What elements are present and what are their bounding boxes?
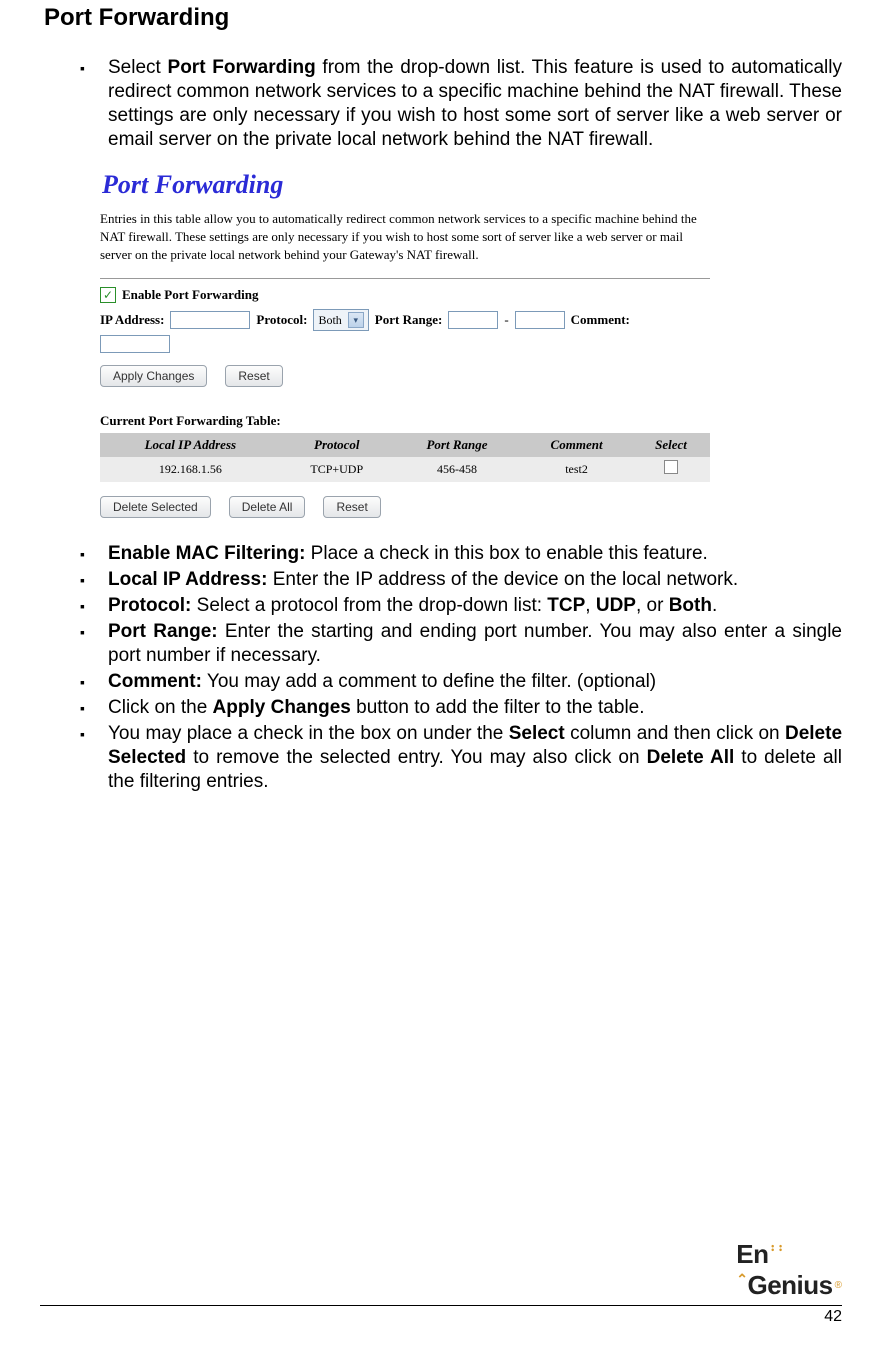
col-ip: Local IP Address [101,434,281,457]
table-title: Current Port Forwarding Table: [100,413,710,429]
ss-description: Entries in this table allow you to autom… [100,210,710,265]
cell-comment: test2 [521,457,633,482]
comment-input[interactable] [100,335,170,353]
col-protocol: Protocol [280,434,393,457]
li-t1: Click on the [108,697,213,718]
delete-all-button[interactable]: Delete All [229,496,306,518]
li-t2: column and then click on [565,723,785,744]
cell-select [632,457,709,482]
comment-label: Comment: [571,312,630,328]
li-bold: Protocol: [108,595,191,616]
list-item: Port Range: Enter the starting and endin… [80,620,842,668]
li-t2: button to add the filter to the table. [351,697,645,718]
intro-prefix: Select [108,57,168,78]
reset-button[interactable]: Reset [225,365,282,387]
col-comment: Comment [521,434,633,457]
enable-row: ✓ Enable Port Forwarding [100,287,710,303]
list-item: Protocol: Select a protocol from the dro… [80,594,842,618]
form-row-2 [100,335,710,353]
li-bold: Apply Changes [213,697,351,718]
brand-logo: En᛬᛬⌃Genius ® [40,1239,842,1305]
port-sep: - [504,312,508,328]
protocol-value: Both [318,313,341,328]
li-text: Place a check in this box to enable this… [305,543,707,564]
list-item: Click on the Apply Changes button to add… [80,696,842,720]
li-select: Select [509,723,565,744]
cell-range: 456-458 [393,457,520,482]
li-udp: UDP [596,595,636,616]
li-both: Both [669,595,712,616]
intro-bold: Port Forwarding [168,57,316,78]
ss-title: Port Forwarding [102,170,710,200]
enable-checkbox[interactable]: ✓ [100,287,116,303]
col-select: Select [632,434,709,457]
ip-input[interactable] [170,311,250,329]
li-da: Delete All [647,747,735,768]
protocol-label: Protocol: [256,312,307,328]
intro-list: Select Port Forwarding from the drop-dow… [40,56,842,152]
reset-button-2[interactable]: Reset [323,496,380,518]
registered-icon: ® [835,1280,842,1291]
apply-changes-button[interactable]: Apply Changes [100,365,207,387]
enable-label: Enable Port Forwarding [122,287,259,303]
li-dot: . [712,595,717,616]
row-checkbox[interactable] [664,460,678,474]
definition-list: Enable MAC Filtering: Place a check in t… [40,542,842,793]
li-text: You may add a comment to define the filt… [202,671,656,692]
list-item: You may place a check in the box on unde… [80,722,842,794]
list-item: Comment: You may add a comment to define… [80,670,842,694]
button-row-2: Delete Selected Delete All Reset [100,496,710,518]
port-end-input[interactable] [515,311,565,329]
form-row: IP Address: Protocol: Both ▾ Port Range:… [100,309,710,331]
ip-label: IP Address: [100,312,164,328]
protocol-select[interactable]: Both ▾ [313,309,368,331]
li-t3: to remove the selected entry. You may al… [186,747,646,768]
button-row-1: Apply Changes Reset [100,365,710,387]
intro-item: Select Port Forwarding from the drop-dow… [80,56,842,152]
li-bold: Enable MAC Filtering: [108,543,305,564]
chevron-down-icon: ▾ [348,312,364,328]
port-start-input[interactable] [448,311,498,329]
li-c2: , or [636,595,669,616]
li-bold: Port Range: [108,621,218,642]
page-number: 42 [40,1308,842,1326]
col-range: Port Range [393,434,520,457]
footer-divider [40,1305,842,1306]
table-header-row: Local IP Address Protocol Port Range Com… [101,434,710,457]
li-text: Enter the IP address of the device on th… [267,569,738,590]
list-item: Local IP Address: Enter the IP address o… [80,568,842,592]
delete-selected-button[interactable]: Delete Selected [100,496,211,518]
cell-ip: 192.168.1.56 [101,457,281,482]
cell-protocol: TCP+UDP [280,457,393,482]
forwarding-table: Local IP Address Protocol Port Range Com… [100,433,710,482]
list-item: Enable MAC Filtering: Place a check in t… [80,542,842,566]
li-c1: , [585,595,596,616]
brand-genius: Genius [747,1270,832,1300]
li-text: Enter the starting and ending port numbe… [108,621,842,666]
divider [100,278,710,279]
li-t1: You may place a check in the box on unde… [108,723,509,744]
page-footer: En᛬᛬⌃Genius ® 42 [40,1239,842,1326]
brand-en: En [736,1239,768,1269]
page-heading: Port Forwarding [44,4,842,32]
table-row: 192.168.1.56 TCP+UDP 456-458 test2 [101,457,710,482]
li-bold: Local IP Address: [108,569,267,590]
li-tcp: TCP [547,595,585,616]
li-text: Select a protocol from the drop-down lis… [191,595,547,616]
portrange-label: Port Range: [375,312,443,328]
li-bold: Comment: [108,671,202,692]
embedded-screenshot: Port Forwarding Entries in this table al… [100,170,710,519]
